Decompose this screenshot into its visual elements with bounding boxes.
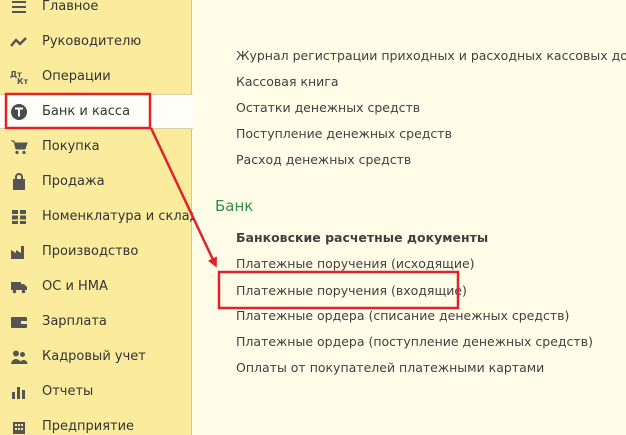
link-payment-warrants-debit[interactable]: Платежные ордера (списание денежных сред… [236,308,569,323]
svg-text:Кт: Кт [17,77,28,85]
sidebar: Главное Руководителю Дт Кт Операции Банк … [0,0,199,435]
sidebar-item-hr[interactable]: Кадровый учет [0,339,192,374]
link-cash-expense[interactable]: Расход денежных средств [236,152,411,167]
sidebar-item-operations[interactable]: Дт Кт Операции [0,59,192,94]
menu-lines-icon [10,0,28,16]
sidebar-item-label: Производство [42,244,139,259]
link-card-payments[interactable]: Оплаты от покупателей платежными картами [236,360,544,375]
trend-line-icon [10,33,28,51]
sidebar-item-enterprise[interactable]: Предприятие [0,409,192,435]
sidebar-item-label: Операции [42,69,111,84]
bank-coin-icon [10,103,28,121]
shopping-cart-icon [10,138,28,156]
bar-chart-icon [10,383,28,401]
sidebar-item-bank-and-cash[interactable]: Банк и касса [0,94,193,129]
section-title-bank: Банк [215,197,254,215]
main-content: Журнал регистрации приходных и расходных… [193,0,626,435]
building-icon [10,418,28,435]
sidebar-item-label: ОС и НМА [42,279,108,294]
shopping-bag-icon [10,172,28,191]
sidebar-item-main[interactable]: Главное [0,0,192,24]
link-payment-orders-outgoing[interactable]: Платежные поручения (исходящие) [236,256,475,271]
sidebar-item-label: Отчеты [42,384,94,399]
sidebar-item-reports[interactable]: Отчеты [0,374,192,409]
sidebar-item-label: Покупка [42,139,100,154]
sidebar-item-label: Предприятие [42,419,135,434]
link-payment-warrants-credit[interactable]: Платежные ордера (поступление денежных с… [236,334,593,349]
sidebar-item-label: Зарплата [42,314,107,329]
sidebar-item-production[interactable]: Производство [0,234,192,269]
sidebar-item-purchase[interactable]: Покупка [0,129,192,164]
wallet-icon [10,313,28,331]
sidebar-item-sales[interactable]: Продажа [0,164,192,199]
people-icon [10,348,28,366]
link-cash-receipt[interactable]: Поступление денежных средств [236,126,452,141]
sidebar-item-manager[interactable]: Руководителю [0,24,192,59]
sidebar-item-label: Руководителю [42,34,142,49]
sidebar-item-label: Номенклатура и склад [42,209,199,224]
link-cash-balances[interactable]: Остатки денежных средств [236,100,420,115]
link-cash-journal[interactable]: Журнал регистрации приходных и расходных… [236,48,626,63]
sidebar-item-nomenclature-warehouse[interactable]: Номенклатура и склад [0,199,199,234]
factory-icon [10,243,28,261]
app-window: Главное Руководителю Дт Кт Операции Банк … [0,0,626,435]
sidebar-item-label: Главное [42,0,99,14]
sidebar-item-label: Продажа [42,174,105,189]
sidebar-item-label: Банк и касса [42,104,131,119]
warehouse-blocks-icon [10,208,28,226]
bank-documents-heading: Банковские расчетные документы [236,230,489,245]
truck-icon [10,278,28,296]
sidebar-item-salary[interactable]: Зарплата [0,304,192,339]
debit-credit-icon: Дт Кт [10,68,28,86]
sidebar-item-fixed-assets[interactable]: ОС и НМА [0,269,192,304]
link-cash-book[interactable]: Кассовая книга [236,74,339,89]
sidebar-item-label: Кадровый учет [42,349,146,364]
link-payment-orders-incoming[interactable]: Платежные поручения (входящие) [236,283,467,298]
